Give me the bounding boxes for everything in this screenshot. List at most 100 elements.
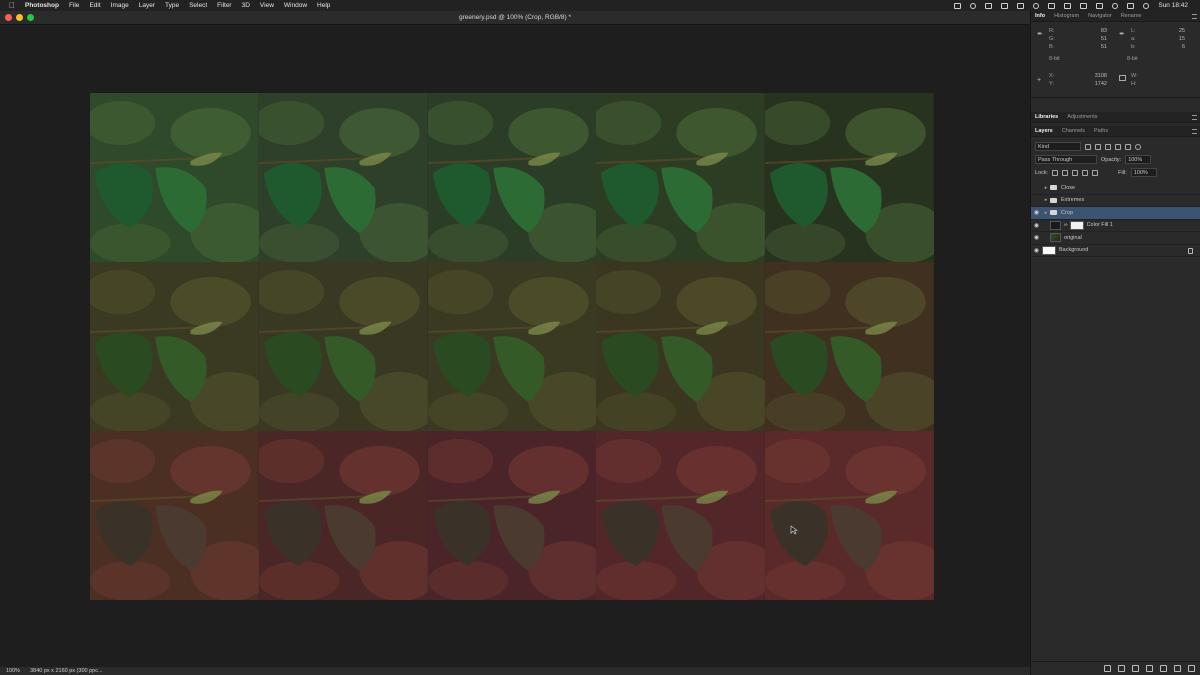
link-icon[interactable]: ∞ xyxy=(1064,222,1068,228)
fill-input[interactable]: 100% xyxy=(1130,168,1157,177)
eye-icon[interactable]: ◉ xyxy=(1031,234,1042,241)
menu-filter[interactable]: Filter xyxy=(217,2,231,9)
tab-libraries[interactable]: Libraries xyxy=(1035,114,1058,120)
filter-shape-icon[interactable] xyxy=(1115,143,1121,150)
layer-name: Close xyxy=(1061,184,1076,191)
eye-icon[interactable]: ◉ xyxy=(1031,209,1042,216)
keyboard-icon[interactable] xyxy=(1017,2,1025,9)
fill-label: Fill: xyxy=(1118,169,1127,176)
filter-toggle-icon[interactable] xyxy=(1135,143,1141,150)
leaf-tile xyxy=(258,93,428,262)
layer-color-fill-1[interactable]: ◉ ∞ Color Fill 1 xyxy=(1031,220,1200,232)
dropbox-icon[interactable] xyxy=(985,2,993,9)
libraries-menu-icon[interactable] xyxy=(1192,115,1197,120)
lock-artboard-icon[interactable] xyxy=(1082,169,1089,176)
layer-original[interactable]: ◉ original xyxy=(1031,232,1200,245)
chevron-right-icon[interactable]: ▸ xyxy=(1042,210,1050,216)
tab-info[interactable]: Info xyxy=(1035,13,1045,19)
tab-navigator[interactable]: Navigator xyxy=(1088,13,1112,19)
menu-type[interactable]: Type xyxy=(165,2,179,9)
menu-select[interactable]: Select xyxy=(189,2,207,9)
layer-extremes[interactable]: ▸ Extremes xyxy=(1031,195,1200,207)
document-info[interactable]: 3840 px x 2160 px (300 ppc... xyxy=(30,668,102,674)
search-icon[interactable] xyxy=(1112,2,1119,9)
leaf-tile xyxy=(258,262,428,431)
tab-rename[interactable]: Rename xyxy=(1121,13,1142,19)
menu-view[interactable]: View xyxy=(260,2,274,9)
filter-type-icon[interactable] xyxy=(1105,143,1111,150)
filter-adjustment-icon[interactable] xyxy=(1095,143,1101,150)
layers-footer xyxy=(1031,661,1200,675)
bit-depth-left: 8-bit xyxy=(1049,56,1060,62)
layer-name: Background xyxy=(1059,247,1089,254)
info-panel: ✒ R: G: B: 83 51 51 ✒ L: a: b: 25 15 6 8… xyxy=(1031,22,1200,98)
do-not-disturb-icon[interactable] xyxy=(1033,2,1040,9)
filter-pixel-icon[interactable] xyxy=(1085,143,1091,150)
wifi-icon[interactable] xyxy=(1064,2,1072,9)
battery-icon[interactable] xyxy=(1096,2,1104,9)
link-layers-icon[interactable] xyxy=(1104,665,1111,672)
lock-image-icon[interactable] xyxy=(1062,169,1069,176)
tab-paths[interactable]: Paths xyxy=(1094,128,1108,134)
chevron-right-icon[interactable]: ▸ xyxy=(1042,197,1050,203)
trash-icon[interactable] xyxy=(1188,665,1195,672)
blend-mode-select[interactable]: Pass Through xyxy=(1035,155,1097,164)
menu-layer[interactable]: Layer xyxy=(139,2,155,9)
layers-menu-icon[interactable] xyxy=(1192,129,1197,134)
fx-icon[interactable] xyxy=(1118,665,1125,672)
control-center-icon[interactable] xyxy=(1127,2,1135,9)
tab-adjustments[interactable]: Adjustments xyxy=(1067,114,1097,120)
panel-menu-icon[interactable] xyxy=(1192,14,1197,19)
tab-layers[interactable]: Layers xyxy=(1035,128,1053,134)
leaf-tile xyxy=(90,431,259,600)
chevron-right-icon[interactable]: ▸ xyxy=(1042,185,1050,191)
volume-icon[interactable] xyxy=(1080,2,1088,9)
lock-all-icon[interactable] xyxy=(1092,169,1099,176)
eye-icon[interactable]: ◉ xyxy=(1031,247,1042,254)
menu-help[interactable]: Help xyxy=(317,2,330,9)
eye-icon[interactable]: ◉ xyxy=(1031,222,1042,229)
bluetooth-icon[interactable] xyxy=(1048,2,1056,9)
screen-record-icon[interactable] xyxy=(954,2,962,9)
menu-app-name[interactable]: Photoshop xyxy=(25,2,59,9)
leaf-tile xyxy=(90,93,259,262)
menu-file[interactable]: File xyxy=(69,2,79,9)
layer-close[interactable]: ▸ Close xyxy=(1031,182,1200,195)
creative-cloud-icon[interactable] xyxy=(970,2,977,9)
menu-edit[interactable]: Edit xyxy=(89,2,100,9)
folder-icon xyxy=(1050,197,1057,203)
opacity-input[interactable]: 100% xyxy=(1125,155,1152,164)
leaf-tile xyxy=(427,93,597,262)
fill-value: 100% xyxy=(1133,169,1148,176)
zoom-level[interactable]: 100% xyxy=(6,668,20,674)
filter-kind-select[interactable]: Kind xyxy=(1035,142,1081,151)
new-layer-icon[interactable] xyxy=(1174,665,1181,672)
document-canvas[interactable] xyxy=(90,93,934,600)
y-label: Y: xyxy=(1049,81,1054,87)
menu-window[interactable]: Window xyxy=(284,2,307,9)
a-label: a: xyxy=(1131,36,1136,42)
lock-transparent-icon[interactable] xyxy=(1052,169,1059,176)
eyedropper-icon: ✒ xyxy=(1037,31,1043,38)
menu-3d[interactable]: 3D xyxy=(242,2,250,9)
menu-image[interactable]: Image xyxy=(111,2,129,9)
x-label: X: xyxy=(1049,73,1055,79)
canvas-area[interactable] xyxy=(0,25,1030,667)
filter-smart-object-icon[interactable] xyxy=(1125,143,1131,150)
leaf-tile xyxy=(596,262,766,431)
layer-crop[interactable]: ◉ ▸ Crop xyxy=(1031,207,1200,220)
lock-position-icon[interactable] xyxy=(1072,169,1079,176)
tab-channels[interactable]: Channels xyxy=(1062,128,1085,134)
clock[interactable]: Sun 18:42 xyxy=(1158,2,1188,9)
siri-icon[interactable] xyxy=(1143,2,1150,9)
layer-background[interactable]: ◉ Background xyxy=(1031,245,1200,257)
menu-extra-icon[interactable] xyxy=(1001,2,1009,9)
w-label: W: xyxy=(1131,73,1138,79)
adjustment-layer-icon[interactable] xyxy=(1146,665,1153,672)
new-group-icon[interactable] xyxy=(1160,665,1167,672)
mask-thumbnail xyxy=(1069,220,1084,230)
libraries-panel-tabs: Libraries Adjustments xyxy=(1031,112,1200,123)
tab-histogram[interactable]: Histogram xyxy=(1054,13,1079,19)
apple-icon[interactable]:  xyxy=(9,1,17,10)
add-mask-icon[interactable] xyxy=(1132,665,1139,672)
